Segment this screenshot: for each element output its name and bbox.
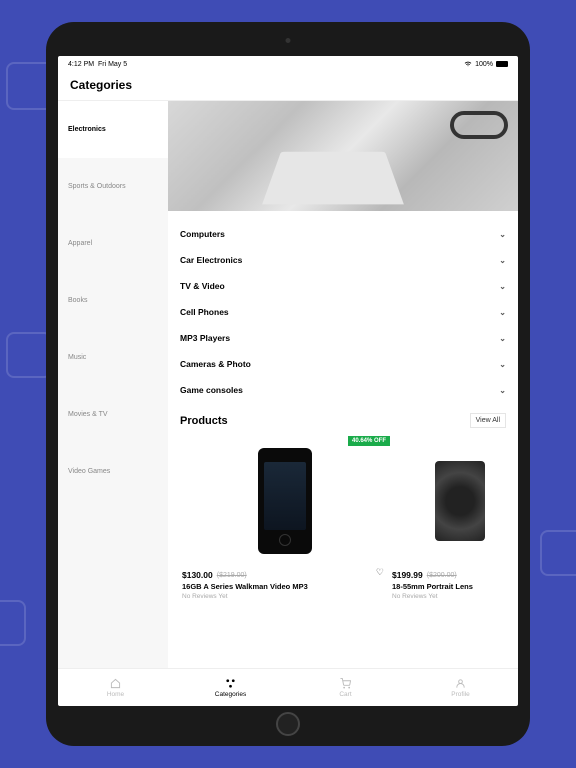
status-right: 100% [464,61,508,68]
cart-icon [340,678,351,689]
sidebar-item-label: Music [68,354,86,361]
profile-icon [455,678,466,689]
subcategory-tv-video[interactable]: TV & Video ⌄ [180,273,506,299]
product-image [390,436,518,566]
product-reviews: No Reviews Yet [392,593,518,600]
chevron-down-icon: ⌄ [499,334,506,343]
product-name: 16GB A Series Walkman Video MP3 [182,582,388,591]
product-price: $130.00 [182,570,213,580]
home-icon [110,678,121,689]
tab-categories[interactable]: Categories [173,669,288,706]
heart-icon[interactable]: ♡ [376,567,384,578]
category-hero-image [168,101,518,211]
product-name: 18-55mm Portrait Lens [392,582,518,591]
subcategory-label: Car Electronics [180,255,242,265]
tab-label: Profile [451,691,469,698]
battery-pct: 100% [475,61,493,68]
products-title: Products [180,415,228,427]
chevron-down-icon: ⌄ [499,360,506,369]
product-card[interactable]: 40.64% OFF $130.00 ($219.00) 16GB A Seri… [180,436,390,604]
subcategory-list: Computers⌄ Car Electronics⌄ TV & Video⌄ … [168,211,518,407]
tab-home[interactable]: Home [58,669,173,706]
subcategory-label: Game consoles [180,385,243,395]
chevron-down-icon: ⌄ [499,386,506,395]
tablet-frame: 4:12 PM Fri May 5 100% Categories Electr… [46,22,530,746]
screen: 4:12 PM Fri May 5 100% Categories Electr… [58,56,518,706]
view-all-button[interactable]: View All [470,413,506,428]
sidebar-item-label: Sports & Outdoors [68,183,126,190]
subcategory-label: Computers [180,229,225,239]
tab-bar: Home Categories Cart Profile [58,668,518,706]
product-image [180,436,390,566]
product-price: $199.99 [392,570,423,580]
sidebar-item-label: Books [68,297,87,304]
status-bar: 4:12 PM Fri May 5 100% [58,56,518,72]
tab-label: Home [107,691,124,698]
status-time: 4:12 PM Fri May 5 [68,61,127,68]
subcategory-car-electronics[interactable]: Car Electronics ⌄ [180,247,506,273]
chevron-down-icon: ⌄ [499,256,506,265]
products-header: Products View All [168,407,518,436]
sidebar-item-sports[interactable]: Sports & Outdoors [58,158,168,215]
sidebar-item-videogames[interactable]: Video Games [58,443,168,500]
sidebar-item-electronics[interactable]: Electronics [58,101,168,158]
tab-label: Categories [215,691,246,698]
product-grid: 40.64% OFF $130.00 ($219.00) 16GB A Seri… [168,436,518,604]
tab-profile[interactable]: Profile [403,669,518,706]
wifi-icon [464,61,472,67]
sidebar-item-label: Movies & TV [68,411,108,418]
subcategory-cell-phones[interactable]: Cell Phones ⌄ [180,299,506,325]
product-old-price: ($200.00) [427,572,457,579]
subcategory-label: Cameras & Photo [180,359,251,369]
subcategory-mp3-players[interactable]: MP3 Players ⌄ [180,325,506,351]
product-old-price: ($219.00) [217,572,247,579]
subcategory-label: Cell Phones [180,307,229,317]
tab-cart[interactable]: Cart [288,669,403,706]
product-reviews: No Reviews Yet [182,593,388,600]
battery-icon [496,61,508,67]
categories-icon [225,678,236,689]
chevron-down-icon: ⌄ [499,308,506,317]
page-title: Categories [70,78,506,92]
sidebar-item-label: Video Games [68,468,110,475]
subcategory-game-consoles[interactable]: Game consoles ⌄ [180,377,506,403]
sidebar-item-apparel[interactable]: Apparel [58,215,168,272]
sidebar-item-books[interactable]: Books [58,272,168,329]
camera-dot [286,38,291,43]
sidebar-item-label: Electronics [68,126,106,133]
main-content: Computers⌄ Car Electronics⌄ TV & Video⌄ … [168,101,518,668]
category-sidebar: Electronics Sports & Outdoors Apparel Bo… [58,101,168,668]
subcategory-label: TV & Video [180,281,225,291]
sidebar-item-label: Apparel [68,240,92,247]
product-card[interactable]: $199.99 ($200.00) 18-55mm Portrait Lens … [390,436,518,604]
subcategory-label: MP3 Players [180,333,230,343]
home-button[interactable] [276,712,300,736]
subcategory-computers[interactable]: Computers ⌄ [180,221,506,247]
chevron-down-icon: ⌄ [499,230,506,239]
sidebar-item-music[interactable]: Music [58,329,168,386]
chevron-down-icon: ⌄ [499,282,506,291]
tab-label: Cart [339,691,351,698]
sidebar-item-movies[interactable]: Movies & TV [58,386,168,443]
subcategory-cameras-photo[interactable]: Cameras & Photo ⌄ [180,351,506,377]
discount-badge: 40.64% OFF [348,436,390,446]
page-header: Categories [58,72,518,101]
